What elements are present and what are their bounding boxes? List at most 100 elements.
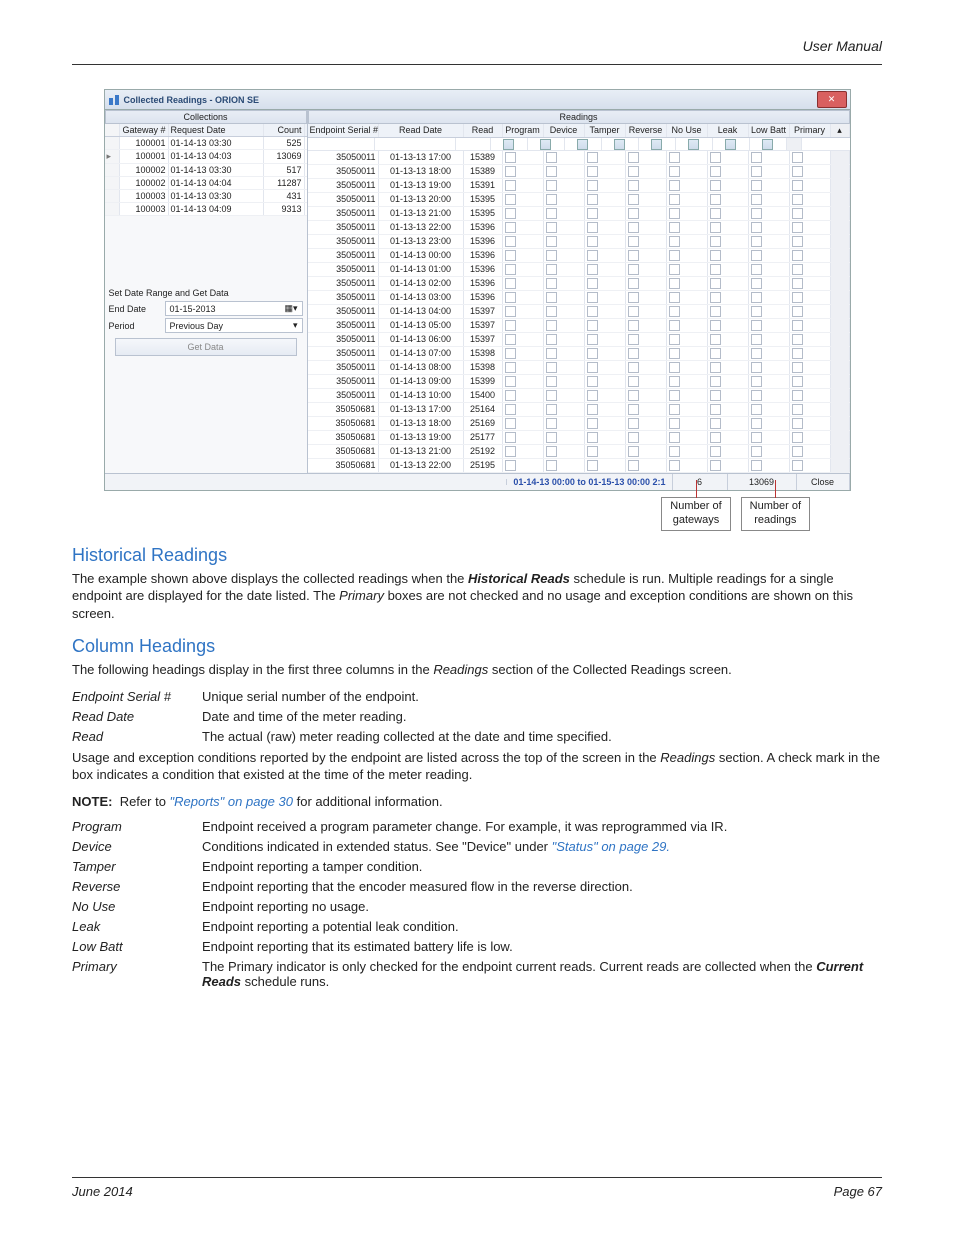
get-data-button[interactable]: Get Data [115,338,297,356]
checkbox[interactable] [628,376,639,387]
checkbox[interactable] [505,194,516,205]
checkbox[interactable] [792,320,803,331]
checkbox[interactable] [587,460,598,471]
readings-row[interactable]: 3505001101-13-13 23:0015396 [308,235,850,249]
checkbox[interactable] [505,306,516,317]
checkbox[interactable] [587,264,598,275]
checkbox[interactable] [710,334,721,345]
checkbox[interactable] [669,390,680,401]
collections-row[interactable]: 10000301-14-13 03:30431 [105,190,307,203]
checkbox[interactable] [546,208,557,219]
checkbox[interactable] [751,166,762,177]
checkbox[interactable] [792,264,803,275]
checkbox[interactable] [669,418,680,429]
link-inline[interactable]: "Status" on page 29. [552,839,670,854]
readings-filter-row[interactable] [308,138,850,151]
close-icon[interactable]: ✕ [817,91,847,108]
checkbox[interactable] [546,404,557,415]
checkbox[interactable] [669,348,680,359]
checkbox[interactable] [505,152,516,163]
checkbox[interactable] [546,180,557,191]
checkbox[interactable] [505,320,516,331]
checkbox[interactable] [587,236,598,247]
checkbox[interactable] [505,180,516,191]
readings-row[interactable]: 3505068101-13-13 21:0025192 [308,445,850,459]
checkbox[interactable] [546,460,557,471]
collections-row[interactable]: 10000201-14-13 03:30517 [105,164,307,177]
checkbox[interactable] [628,250,639,261]
readings-row[interactable]: 3505001101-14-13 09:0015399 [308,375,850,389]
checkbox[interactable] [587,376,598,387]
readings-row[interactable]: 3505001101-14-13 06:0015397 [308,333,850,347]
checkbox[interactable] [751,320,762,331]
readings-row[interactable]: 3505001101-14-13 05:0015397 [308,319,850,333]
checkbox[interactable] [505,264,516,275]
checkbox[interactable] [628,264,639,275]
checkbox[interactable] [751,362,762,373]
scrollbar-track[interactable] [787,138,802,150]
checkbox[interactable] [628,166,639,177]
checkbox[interactable] [792,194,803,205]
readings-row[interactable]: 3505068101-13-13 19:0025177 [308,431,850,445]
checkbox[interactable] [669,278,680,289]
checkbox[interactable] [587,180,598,191]
checkbox[interactable] [710,446,721,457]
checkbox[interactable] [792,362,803,373]
checkbox[interactable] [751,250,762,261]
checkbox[interactable] [710,306,721,317]
checkbox[interactable] [751,278,762,289]
checkbox[interactable] [546,334,557,345]
checkbox[interactable] [546,390,557,401]
checkbox[interactable] [546,306,557,317]
checkbox[interactable] [792,446,803,457]
readings-row[interactable]: 3505001101-14-13 04:0015397 [308,305,850,319]
checkbox[interactable] [546,278,557,289]
checkbox[interactable] [587,432,598,443]
checkbox[interactable] [792,278,803,289]
checkbox[interactable] [751,432,762,443]
checkbox[interactable] [587,404,598,415]
checkbox[interactable] [751,152,762,163]
checkbox[interactable] [628,320,639,331]
readings-row[interactable]: 3505001101-14-13 10:0015400 [308,389,850,403]
checkbox[interactable] [669,250,680,261]
checkbox[interactable] [751,376,762,387]
end-date-field[interactable]: 01-15-2013▦▾ [165,301,303,316]
checkbox[interactable] [792,292,803,303]
checkbox[interactable] [751,180,762,191]
checkbox[interactable] [710,236,721,247]
checkbox[interactable] [505,460,516,471]
checkbox[interactable] [546,418,557,429]
readings-row[interactable]: 3505001101-13-13 21:0015395 [308,207,850,221]
checkbox[interactable] [587,222,598,233]
checkbox[interactable] [792,418,803,429]
readings-row[interactable]: 3505001101-13-13 18:0015389 [308,165,850,179]
checkbox[interactable] [669,180,680,191]
readings-row[interactable]: 3505001101-13-13 22:0015396 [308,221,850,235]
readings-row[interactable]: 3505001101-14-13 00:0015396 [308,249,850,263]
checkbox[interactable] [710,432,721,443]
checkbox[interactable] [669,334,680,345]
checkbox[interactable] [669,432,680,443]
readings-row[interactable]: 3505001101-14-13 03:0015396 [308,291,850,305]
checkbox[interactable] [505,166,516,177]
checkbox[interactable] [710,404,721,415]
checkbox[interactable] [505,292,516,303]
checkbox[interactable] [587,250,598,261]
checkbox[interactable] [792,348,803,359]
checkbox[interactable] [587,278,598,289]
readings-row[interactable]: 3505001101-14-13 07:0015398 [308,347,850,361]
checkbox[interactable] [628,390,639,401]
checkbox[interactable] [669,166,680,177]
checkbox[interactable] [587,194,598,205]
checkbox[interactable] [669,264,680,275]
close-button[interactable]: Close [797,474,850,490]
calendar-icon[interactable]: ▦▾ [284,303,297,314]
checkbox[interactable] [505,278,516,289]
readings-row[interactable]: 3505001101-13-13 17:0015389 [308,151,850,165]
checkbox[interactable] [751,236,762,247]
readings-row[interactable]: 3505001101-14-13 02:0015396 [308,277,850,291]
checkbox[interactable] [669,194,680,205]
checkbox[interactable] [546,348,557,359]
checkbox[interactable] [792,250,803,261]
